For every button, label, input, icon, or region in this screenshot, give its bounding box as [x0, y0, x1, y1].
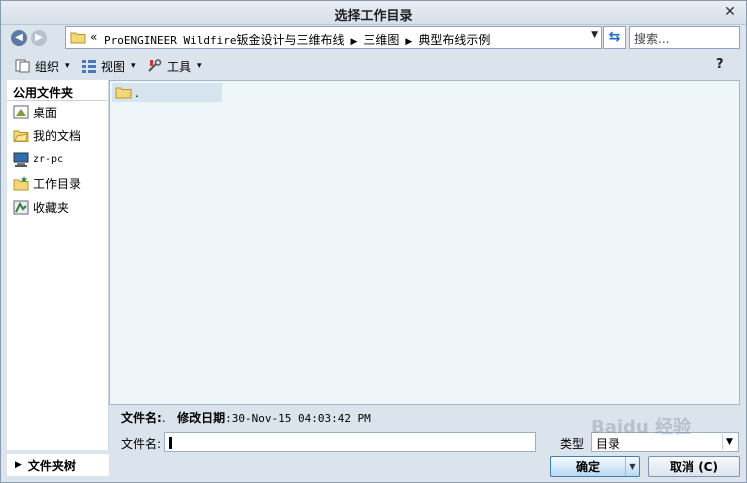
watermark: Baidu 经验	[591, 417, 692, 438]
working-dir-icon	[13, 175, 29, 190]
folder-icon	[70, 32, 86, 44]
filename-label: 文件名:	[121, 437, 162, 451]
filename-input[interactable]	[164, 432, 536, 452]
details-pane: 文件名:. 修改日期:30-Nov-15 04:03:42 PM	[121, 411, 371, 425]
organize-menu[interactable]: 组织 ▾	[15, 57, 70, 75]
window-title: 选择工作目录	[334, 9, 413, 24]
text-caret	[169, 436, 172, 449]
back-button[interactable]: ◀	[11, 30, 27, 46]
breadcrumb-separator-icon[interactable]: ▶	[350, 37, 357, 47]
cancel-button[interactable]: 取消 (C)	[648, 456, 740, 477]
chevron-down-icon: ▾	[197, 61, 202, 71]
sidebar-item-computer[interactable]: zr-pc	[13, 150, 63, 168]
sidebar-item-favorites[interactable]: 收藏夹	[13, 198, 69, 216]
divider	[7, 100, 107, 101]
desktop-icon	[13, 105, 29, 118]
sidebar-header: 公用文件夹	[13, 86, 74, 100]
search-input[interactable]: 搜索...	[629, 26, 740, 49]
chevron-down-icon: ▾	[131, 61, 136, 71]
documents-icon	[13, 130, 29, 142]
sidebar-item-documents[interactable]: 我的文档	[13, 126, 81, 144]
chevron-down-icon: ▾	[65, 61, 70, 71]
organize-icon	[15, 59, 30, 73]
breadcrumb-overflow[interactable]: «	[90, 30, 97, 44]
chevron-down-icon[interactable]: ▼	[722, 434, 736, 450]
forward-button[interactable]: ▶	[31, 30, 47, 46]
breadcrumb-item[interactable]: ProENGINEER Wildfire钣金设计与三维布线	[104, 33, 344, 47]
toolbar: 组织 ▾ 视图 ▾ 工具 ▾ ?	[1, 53, 746, 79]
ok-split-dropdown-icon[interactable]: ▼	[625, 457, 639, 476]
ok-button[interactable]: 确定 ▼	[550, 456, 640, 477]
type-label: 类型	[560, 437, 585, 451]
breadcrumb-separator-icon[interactable]: ▶	[405, 37, 412, 47]
view-menu[interactable]: 视图 ▾	[81, 57, 136, 75]
title-bar: 选择工作目录 ✕	[1, 1, 746, 25]
breadcrumb: ProENGINEER Wildfire钣金设计与三维布线 ▶ 三维图 ▶ 典型布线示例	[104, 31, 490, 48]
help-icon[interactable]: ?	[716, 57, 736, 75]
sidebar: 公用文件夹 桌面 我的文档 zr-pc 工作目录 收藏夹	[7, 80, 109, 450]
file-list[interactable]: .	[109, 80, 740, 405]
tools-icon	[148, 59, 162, 72]
folder-tree-toggle[interactable]: ▶ 文件夹树	[7, 454, 109, 476]
breadcrumb-item[interactable]: 三维图	[363, 33, 399, 47]
sidebar-item-desktop[interactable]: 桌面	[13, 103, 57, 121]
computer-icon	[13, 152, 29, 167]
file-name: .	[135, 85, 139, 100]
favorites-icon	[13, 200, 29, 214]
chevron-right-icon: ▶	[15, 460, 22, 470]
folder-icon	[115, 87, 132, 99]
close-icon[interactable]: ✕	[722, 4, 738, 20]
tools-menu[interactable]: 工具 ▾	[147, 57, 202, 75]
list-item[interactable]: .	[112, 83, 222, 102]
sidebar-item-working-directory[interactable]: 工作目录	[13, 174, 81, 192]
view-icon	[82, 60, 96, 73]
address-bar[interactable]: « ProENGINEER Wildfire钣金设计与三维布线 ▶ 三维图 ▶ 典型布线…	[65, 26, 602, 49]
refresh-button[interactable]: ⇆	[603, 26, 626, 49]
select-working-directory-dialog: 选择工作目录 ✕ ◀ ▶ « ProENGINEER Wildfire钣金设计与…	[0, 0, 747, 483]
address-dropdown-icon[interactable]: ▼	[591, 30, 598, 40]
breadcrumb-item[interactable]: 典型布线示例	[418, 33, 490, 47]
